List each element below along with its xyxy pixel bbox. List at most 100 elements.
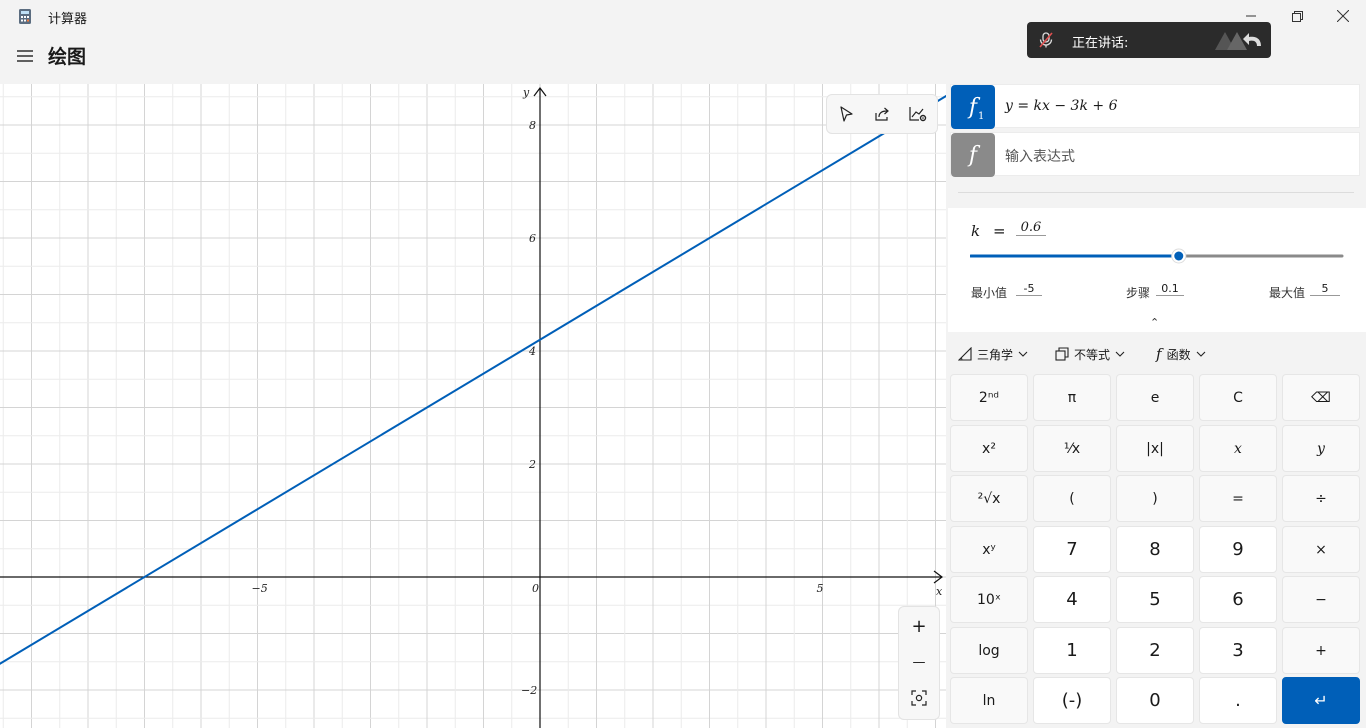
toast-status-label: 正在讲话: [1072,36,1129,51]
inequality-icon [1055,347,1069,361]
ln-key[interactable]: ln [950,677,1028,724]
fit-view-icon [911,690,927,706]
function-color-button[interactable]: f 1 [951,85,995,129]
variable-x-key[interactable]: x [1199,425,1277,472]
min-label: 最小值 [971,286,1008,300]
ten-power-key[interactable]: 10ˣ [950,576,1028,623]
expression-input[interactable]: 输入表达式 [1005,146,1075,166]
slider-thumb[interactable] [1174,251,1184,261]
digit-3-key[interactable]: 3 [1199,627,1277,674]
function-row-1[interactable]: f 1 y = kx − 3k + 6 [950,84,1360,129]
share-icon [875,107,889,121]
function-line [0,94,946,665]
max-label: 最大值 [1269,286,1306,300]
inequality-menu[interactable]: 不等式 [1055,340,1125,368]
collapse-variables-button[interactable]: ⌃ [1150,316,1159,329]
function-row-2[interactable]: f 输入表达式 [950,132,1360,177]
pi-key[interactable]: π [1033,374,1111,421]
cursor-icon [840,106,853,122]
menu-label: 函数 [1166,347,1191,362]
x-axis-label: x [936,585,943,598]
trigonometry-menu[interactable]: 三角学 [958,340,1028,368]
digit-4-key[interactable]: 4 [1033,576,1111,623]
backspace-key[interactable]: ⌫ [1282,374,1360,421]
function-menu-bar: 三角学 不等式 f 函数 [948,340,1366,368]
maximize-button[interactable] [1274,0,1320,32]
hamburger-menu-icon[interactable] [16,48,34,64]
window-title: 计算器 [48,12,88,27]
square-root-key[interactable]: ²√x [950,475,1028,522]
menu-label: 三角学 [977,347,1014,362]
y-tick-label: −2 [521,684,537,697]
zoom-controls: + — [898,606,940,720]
undo-icon[interactable] [1215,30,1265,50]
y-tick-label: 2 [528,458,536,471]
zoom-out-button[interactable]: — [904,647,934,677]
close-icon [1337,10,1349,22]
function-menu[interactable]: f 函数 [1156,340,1206,368]
digit-9-key[interactable]: 9 [1199,526,1277,573]
power-key[interactable]: xʸ [950,526,1028,573]
variable-equals: = [993,222,1006,240]
negate-key[interactable]: (-) [1033,677,1111,724]
digit-0-key[interactable]: 0 [1116,677,1194,724]
close-button[interactable] [1320,0,1366,32]
chevron-down-icon [1196,351,1205,357]
x-tick-label: −5 [252,582,268,595]
square-key[interactable]: x² [950,425,1028,472]
reset-view-button[interactable] [904,683,934,713]
y-tick-label: 8 [529,119,536,132]
triangle-icon [958,347,972,361]
graph-settings-icon [909,107,927,122]
x-tick-label: 0 [532,582,539,595]
variable-y-key[interactable]: y [1282,425,1360,472]
function-icon: f [968,94,978,120]
multiply-key[interactable]: × [1282,526,1360,573]
divider [958,192,1354,193]
minimize-icon [1246,15,1256,17]
digit-6-key[interactable]: 6 [1199,576,1277,623]
step-value-input[interactable]: 0.1 [1156,282,1184,296]
enter-key[interactable]: ↵ [1282,677,1360,724]
min-value-input[interactable]: -5 [1016,282,1042,296]
graph-plot[interactable]: xy−5 0 58642−2 [0,84,946,728]
step-label: 步骤 [1126,286,1151,300]
function-color-button[interactable]: f [951,133,995,177]
function-icon: f [1156,345,1162,363]
graph-toolbar [826,94,938,134]
digit-5-key[interactable]: 5 [1116,576,1194,623]
variable-value-input[interactable]: 0.6 [1016,220,1046,236]
graph-canvas[interactable]: x y −5 0 5 8 6 4 2 −2 [0,84,946,728]
decimal-key[interactable]: . [1199,677,1277,724]
digit-8-key[interactable]: 8 [1116,526,1194,573]
reciprocal-key[interactable]: ¹⁄x [1033,425,1111,472]
log-key[interactable]: log [950,627,1028,674]
share-button[interactable] [867,99,897,129]
graph-options-button[interactable] [903,99,933,129]
function-icon: f [968,142,978,168]
zoom-in-button[interactable]: + [904,611,934,641]
calculator-app-icon [19,9,31,24]
digit-7-key[interactable]: 7 [1033,526,1111,573]
second-function-key[interactable]: 2ⁿᵈ [950,374,1028,421]
page-title: 绘图 [48,46,87,68]
function-expression[interactable]: y = kx − 3k + 6 [1005,98,1117,114]
y-tick-label: 6 [529,232,536,245]
absolute-value-key[interactable]: |x| [1116,425,1194,472]
trace-button[interactable] [831,99,861,129]
add-key[interactable]: + [1282,627,1360,674]
euler-key[interactable]: e [1116,374,1194,421]
digit-2-key[interactable]: 2 [1116,627,1194,674]
equals-key[interactable]: = [1199,475,1277,522]
digit-1-key[interactable]: 1 [1033,627,1111,674]
close-paren-key[interactable]: ) [1116,475,1194,522]
subtract-key[interactable]: − [1282,576,1360,623]
chevron-down-icon [1115,351,1125,357]
clear-key[interactable]: C [1199,374,1277,421]
microphone-muted-icon[interactable] [1037,31,1055,49]
divide-key[interactable]: ÷ [1282,475,1360,522]
open-paren-key[interactable]: ( [1033,475,1111,522]
voice-typing-toast: 正在讲话: [1027,22,1271,58]
variable-slider[interactable] [970,248,1344,264]
max-value-input[interactable]: 5 [1310,282,1340,296]
